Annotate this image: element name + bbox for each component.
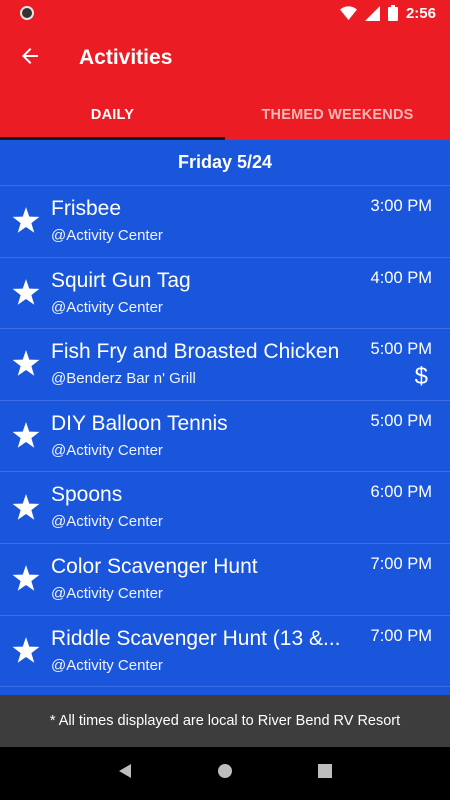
event-time: 5:00 PM [370, 340, 432, 359]
event-name: Squirt Gun Tag [51, 268, 191, 292]
favorite-star-button[interactable] [0, 258, 51, 329]
battery-icon [387, 5, 398, 21]
page-title: Activities [79, 46, 173, 69]
event-name: Color Scavenger Hunt [51, 554, 258, 578]
event-row[interactable]: Riddle Scavenger Hunt (13 &... @Activity … [0, 616, 450, 688]
back-button[interactable] [0, 26, 60, 90]
star-icon [12, 422, 40, 454]
arrow-left-icon [20, 46, 40, 71]
day-header: Friday 5/24 [0, 140, 450, 186]
favorite-star-button[interactable] [0, 472, 51, 543]
event-name: Spoons [51, 483, 123, 507]
event-name: Frisbee [51, 197, 122, 220]
event-location: @Activity Center [51, 298, 163, 316]
signal-icon [364, 5, 380, 21]
tab-daily[interactable]: DAILY [0, 90, 225, 140]
star-icon [12, 636, 40, 669]
square-recents-icon [318, 764, 332, 783]
favorite-star-button[interactable] [0, 616, 51, 687]
system-nav-bar [0, 747, 450, 800]
favorite-star-button[interactable] [0, 186, 51, 257]
event-time: 5:00 PM [370, 411, 432, 430]
favorite-star-button[interactable] [0, 401, 51, 472]
status-bar: 2:56 [0, 0, 450, 26]
star-icon [12, 350, 40, 382]
event-time: 7:00 PM [370, 554, 432, 573]
event-row[interactable]: Fish Fry and Broasted Chicken @Benderz Ba… [0, 329, 450, 401]
star-icon [12, 207, 40, 239]
favorite-star-button[interactable] [0, 544, 51, 615]
event-location: @Activity Center [51, 227, 163, 244]
nav-back-button[interactable] [105, 754, 145, 794]
favorite-star-button[interactable] [0, 329, 51, 400]
notification-dot-icon [20, 6, 34, 20]
star-icon [12, 278, 40, 311]
nav-recents-button[interactable] [305, 754, 345, 794]
event-time: 7:00 PM [370, 626, 432, 645]
triangle-back-icon [118, 763, 132, 784]
event-row[interactable]: Frisbee @Activity Center 3:00 PM [0, 186, 450, 258]
event-location: @Activity Center [51, 656, 163, 674]
event-location: @Activity Center [51, 584, 163, 602]
app-bar: Activities [0, 26, 450, 90]
event-time: 6:00 PM [370, 483, 432, 502]
event-row[interactable]: Squirt Gun Tag @Activity Center 4:00 PM [0, 258, 450, 330]
timezone-note: * All times displayed are local to River… [0, 695, 450, 747]
event-name: Fish Fry and Broasted Chicken [51, 340, 340, 364]
star-icon [12, 493, 40, 526]
circle-home-icon [217, 763, 233, 784]
event-row[interactable]: Spoons @Activity Center 6:00 PM [0, 472, 450, 544]
paid-dollar-icon: $ [414, 363, 428, 391]
star-icon [12, 565, 40, 597]
tab-themed-weekends[interactable]: THEMED WEEKENDS [225, 90, 450, 140]
event-location: @Activity Center [51, 441, 163, 459]
event-row[interactable]: DIY Balloon Tennis @Activity Center 5:00 P… [0, 401, 450, 473]
wifi-icon [339, 6, 357, 20]
activity-list[interactable]: Friday 5/24 Frisbee @Activity Center 3:00 … [0, 140, 450, 695]
event-name: DIY Balloon Tennis [51, 411, 228, 435]
event-time: 3:00 PM [370, 197, 432, 215]
event-location: @Benderz Bar n' Grill [51, 370, 196, 388]
nav-home-button[interactable] [205, 754, 245, 794]
event-name: Riddle Scavenger Hunt (13 &... [51, 626, 341, 650]
event-time: 4:00 PM [370, 268, 432, 287]
status-time: 2:56 [405, 4, 436, 22]
tab-bar: DAILY THEMED WEEKENDS [0, 90, 450, 140]
event-row[interactable]: Color Scavenger Hunt @Activity Center 7:00… [0, 544, 450, 616]
event-location: @Activity Center [51, 513, 163, 531]
